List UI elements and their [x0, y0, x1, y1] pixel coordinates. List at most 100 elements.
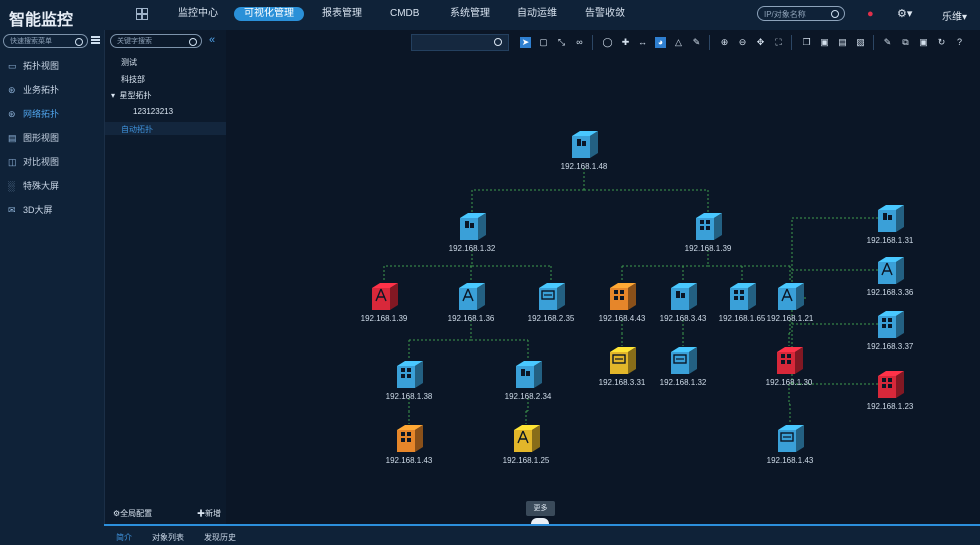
- tree-search-input[interactable]: 关键字搜索: [110, 34, 202, 48]
- tree-node-label: 自动拓扑: [121, 125, 153, 134]
- nav-alert-convergence[interactable]: 告警收敛: [585, 7, 625, 21]
- expand-caret-icon[interactable]: ▾: [111, 91, 115, 100]
- network-icon: ⊛: [8, 109, 16, 119]
- more-button[interactable]: 更多: [526, 501, 555, 516]
- node-ip-label: 192.168.1.43: [385, 456, 433, 465]
- sidebar-item-topology-view[interactable]: ▭ 拓扑视图: [8, 59, 59, 72]
- sidebar-item-label: 网络拓扑: [23, 109, 60, 119]
- sidebar-item-graphic-view[interactable]: ▤ 图形视图: [8, 131, 59, 144]
- sidebar-item-label: 3D大屏: [23, 205, 53, 215]
- switch-device-icon: [397, 361, 423, 388]
- sidebar-item-label: 拓扑视图: [23, 61, 60, 71]
- search-icon[interactable]: [189, 38, 197, 46]
- topology-tree-panel: 关键字搜索 « 测试 科技部 ▾ 星型拓扑 123123213 自动拓扑 ⚙全局…: [104, 30, 226, 524]
- wireless-device-icon: [878, 257, 904, 284]
- node-ip-label: 192.168.1.25: [502, 456, 550, 465]
- node-ip-label: 192.168.1.39: [684, 244, 732, 253]
- topology-node-switch[interactable]: 192.168.1.30: [739, 344, 839, 390]
- node-ip-label: 192.168.1.21: [766, 314, 814, 323]
- top-bar: 智能监控 监控中心 可视化管理 报表管理 CMDB 系统管理 自动运维 告警收敛…: [0, 0, 980, 31]
- menu-search-input[interactable]: 快速搜索菜单: [3, 34, 88, 48]
- switch-device-icon: [696, 213, 722, 240]
- topology-node-wireless[interactable]: 192.168.3.36: [840, 254, 940, 300]
- topology-node-switch[interactable]: 192.168.1.38: [359, 358, 459, 404]
- switch-device-icon: [397, 425, 423, 452]
- topology-node-wireless[interactable]: 192.168.1.25: [476, 422, 576, 468]
- tree-node-star-topology[interactable]: ▾ 星型拓扑: [111, 90, 151, 101]
- app-logo: 智能监控: [9, 12, 74, 29]
- topology-canvas[interactable]: ➤ ▢ ⤡ ∞ ◯ ✚ ↔ ◕ △ ✎ ⊕ ⊖ ✥ ⛶ ❐ ▣ ▤ ▧ ✎ ⧉ …: [226, 30, 980, 524]
- gear-icon[interactable]: ⚙▾: [897, 7, 912, 20]
- nav-auto-ops[interactable]: 自动运维: [517, 7, 557, 21]
- server-device-icon: [572, 131, 598, 158]
- global-config-button[interactable]: ⚙全局配置: [113, 508, 152, 519]
- topology-node-wireless[interactable]: 192.168.1.21: [740, 280, 840, 326]
- server-device-icon: [460, 213, 486, 240]
- node-ip-label: 192.168.1.43: [766, 456, 814, 465]
- switch-device-icon: [777, 347, 803, 374]
- monitor-icon: ▭: [8, 61, 17, 71]
- search-icon[interactable]: [75, 38, 83, 46]
- nav-monitor-center[interactable]: 监控中心: [178, 7, 218, 21]
- topology-node-switch[interactable]: 192.168.1.39: [658, 210, 758, 256]
- wireless-device-icon: [372, 283, 398, 310]
- tree-node-auto-topology[interactable]: 自动拓扑: [105, 122, 226, 135]
- topology-node-switch[interactable]: 192.168.1.43: [359, 422, 459, 468]
- topology-node-server[interactable]: 192.168.1.32: [422, 210, 522, 256]
- node-ip-label: 192.168.1.32: [448, 244, 496, 253]
- switch-device-icon: [878, 311, 904, 338]
- tab-introduction[interactable]: 简介: [116, 532, 132, 543]
- node-ip-label: 192.168.1.39: [360, 314, 408, 323]
- sidebar-item-business-topology[interactable]: ⊛ 业务拓扑: [8, 83, 59, 96]
- topology-node-server[interactable]: 192.168.2.34: [478, 358, 578, 404]
- node-ip-label: 192.168.1.30: [765, 378, 813, 387]
- wireless-device-icon: [778, 283, 804, 310]
- node-ip-label: 192.168.1.23: [866, 402, 914, 411]
- server-device-icon: [878, 205, 904, 232]
- topology-node-server[interactable]: 192.168.1.48: [534, 128, 634, 174]
- topology-node-switch[interactable]: 192.168.1.23: [840, 368, 940, 414]
- nav-visual-management[interactable]: 可视化管理: [234, 7, 304, 21]
- switch-device-icon: [878, 371, 904, 398]
- sidebar-item-3d-screen[interactable]: ✉ 3D大屏: [8, 203, 53, 216]
- tree-node-label: 星型拓扑: [119, 91, 152, 100]
- topology-node-wireless[interactable]: 192.168.1.39: [334, 280, 434, 326]
- topology-node-storage[interactable]: 192.168.1.43: [740, 422, 840, 468]
- node-ip-label: 192.168.1.31: [866, 236, 914, 245]
- bell-icon[interactable]: ●: [867, 8, 874, 20]
- tree-node-test[interactable]: 测试: [121, 57, 137, 68]
- menu-search-placeholder: 快速搜索菜单: [10, 38, 52, 45]
- tree-node-tech-dept[interactable]: 科技部: [121, 74, 145, 85]
- tab-discovery-history[interactable]: 发现历史: [204, 532, 236, 543]
- node-ip-label: 192.168.1.48: [560, 162, 608, 171]
- node-ip-label: 192.168.3.37: [866, 342, 914, 351]
- topology-node-storage[interactable]: 192.168.1.32: [633, 344, 733, 390]
- nav-system-management[interactable]: 系统管理: [450, 7, 490, 21]
- bar-chart-icon: ░: [8, 181, 15, 191]
- collapse-panel-icon[interactable]: «: [209, 34, 215, 46]
- node-ip-label: 192.168.1.38: [385, 392, 433, 401]
- wireless-device-icon: [514, 425, 540, 452]
- sidebar-item-special-screen[interactable]: ░ 特殊大屏: [8, 179, 59, 192]
- topology-node-server[interactable]: 192.168.1.31: [840, 202, 940, 248]
- search-icon[interactable]: [831, 10, 839, 18]
- sidebar-item-label: 图形视图: [23, 133, 60, 143]
- global-search-placeholder: IP/对象名称: [764, 10, 806, 19]
- hamburger-icon[interactable]: [91, 36, 100, 44]
- nav-cmdb[interactable]: CMDB: [390, 7, 419, 21]
- tree-node-123123213[interactable]: 123123213: [133, 107, 173, 116]
- apps-grid-icon[interactable]: [136, 8, 148, 20]
- nav-report-management[interactable]: 报表管理: [322, 7, 362, 21]
- node-ip-label: 192.168.1.32: [659, 378, 707, 387]
- sidebar-item-network-topology[interactable]: ⊛ 网络拓扑: [8, 107, 59, 120]
- add-topology-label: 新增: [205, 509, 221, 518]
- topology-node-switch[interactable]: 192.168.3.37: [840, 308, 940, 354]
- image-icon: ▤: [8, 133, 17, 143]
- add-topology-button[interactable]: ✚新增: [197, 508, 221, 519]
- user-name-label: 乐维: [942, 12, 962, 23]
- tab-object-list[interactable]: 对象列表: [152, 532, 184, 543]
- user-name[interactable]: 乐维▾: [942, 8, 967, 23]
- global-search-input[interactable]: IP/对象名称: [757, 6, 845, 21]
- node-ip-label: 192.168.2.34: [504, 392, 552, 401]
- sidebar-item-compare-view[interactable]: ◫ 对比视图: [8, 155, 59, 168]
